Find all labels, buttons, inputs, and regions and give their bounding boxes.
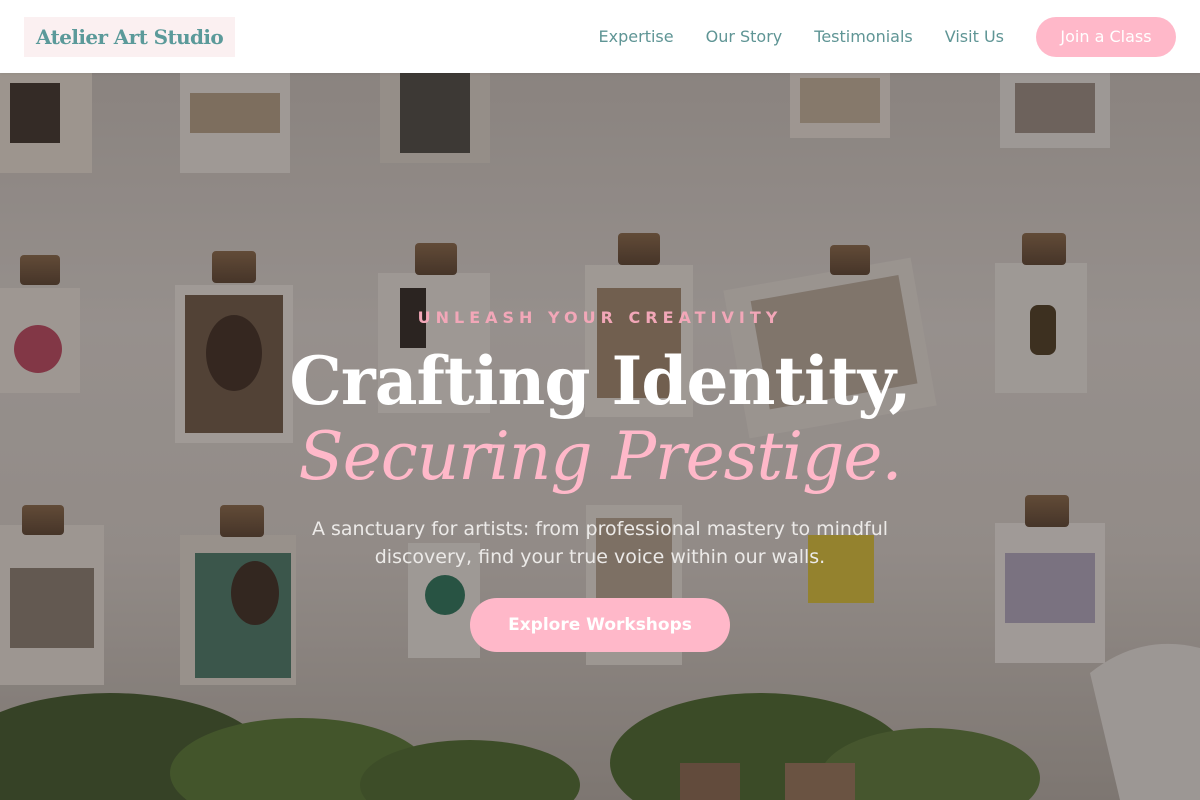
hero-headline: Crafting Identity, <box>289 342 911 420</box>
hero-headline-accent: Securing Prestige. <box>298 418 903 495</box>
hero-subtitle: A sanctuary for artists: from profession… <box>311 518 889 568</box>
explore-workshops-button[interactable]: Explore Workshops <box>470 598 730 652</box>
hero-eyebrow: UNLEASH YOUR CREATIVITY <box>417 308 783 327</box>
brand-logo[interactable]: Atelier Art Studio <box>24 16 236 57</box>
main-nav: Expertise Our Story Testimonials Visit U… <box>599 16 1176 57</box>
nav-link-expertise[interactable]: Expertise <box>599 27 674 46</box>
nav-link-testimonials[interactable]: Testimonials <box>814 27 913 46</box>
site-header: Atelier Art Studio Expertise Our Story T… <box>0 0 1200 73</box>
nav-link-our-story[interactable]: Our Story <box>706 27 783 46</box>
join-class-button[interactable]: Join a Class <box>1036 16 1176 57</box>
hero-content: UNLEASH YOUR CREATIVITY Crafting Identit… <box>0 73 1200 800</box>
nav-link-visit-us[interactable]: Visit Us <box>945 27 1004 46</box>
